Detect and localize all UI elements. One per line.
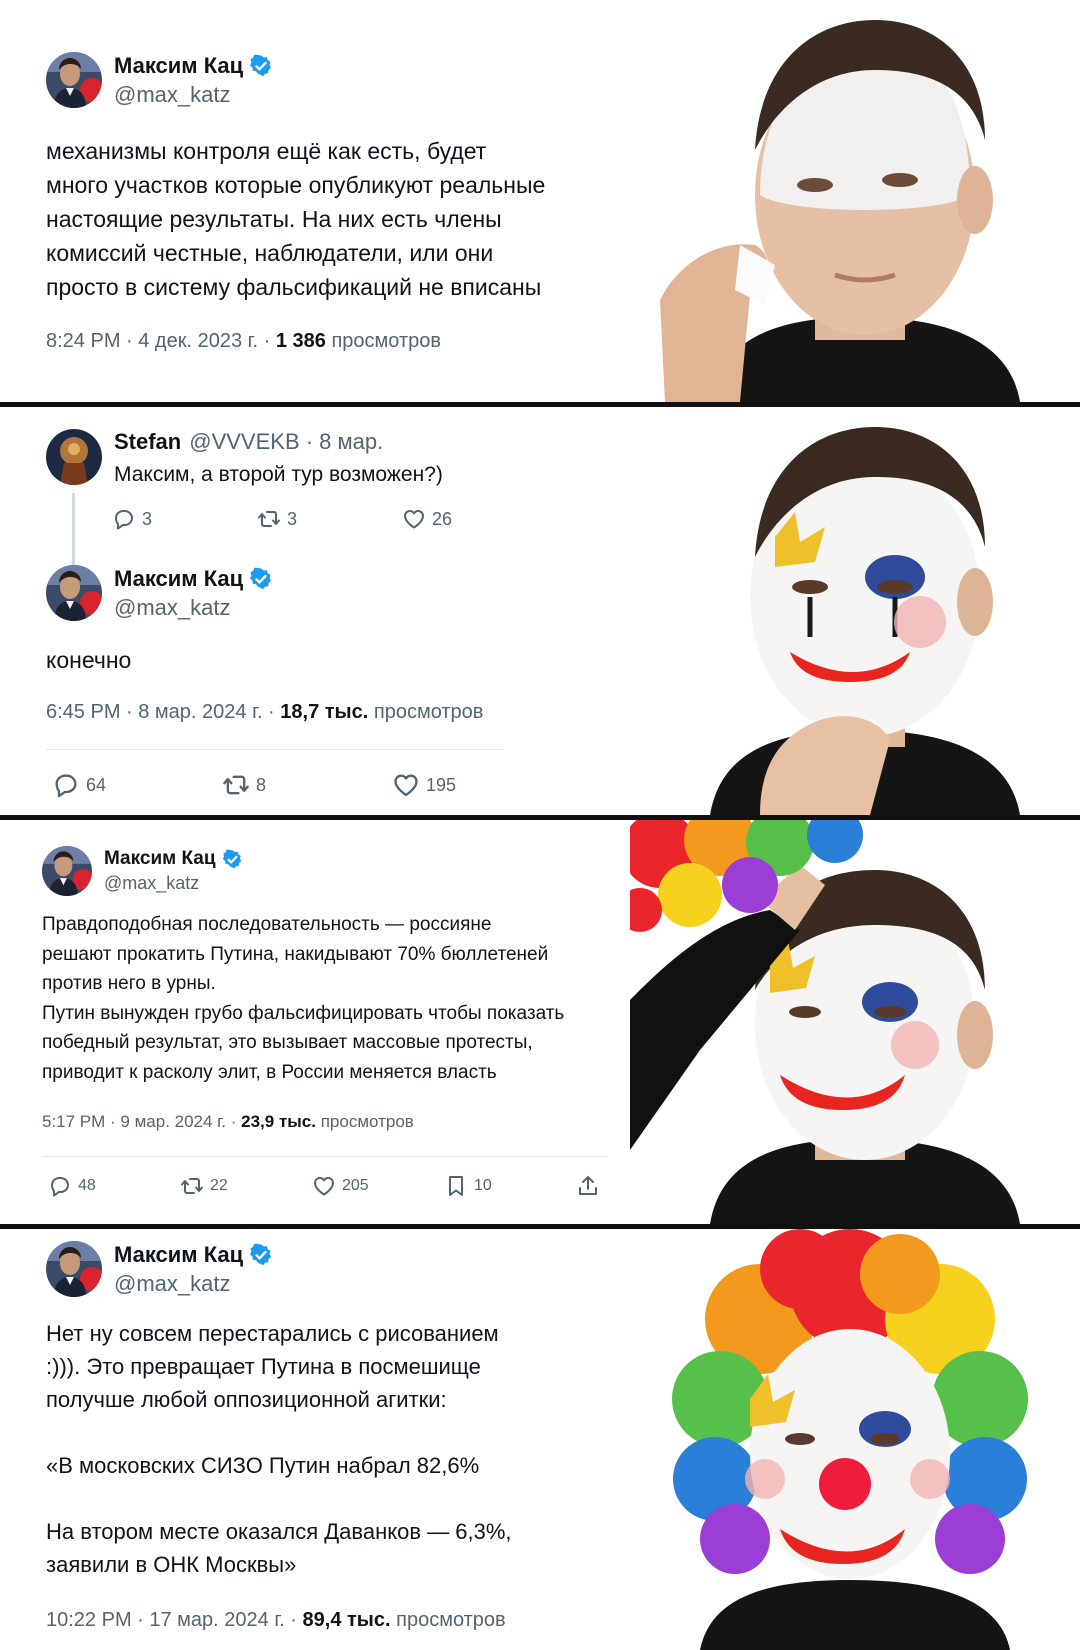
verified-badge-icon [249,54,273,78]
thread-line [72,493,75,567]
author-name[interactable]: Максим Кац [114,566,243,592]
author-name[interactable]: Максим Кац [114,53,243,79]
clown-nose [819,1458,871,1510]
bookmark-button[interactable]: 10 [444,1174,576,1198]
divider-line [42,1156,607,1157]
retweet-button[interactable]: 22 [180,1174,312,1198]
tweet-card[interactable]: Максим Кац @max_katz Правдоподобная посл… [0,820,640,1224]
retweet-button[interactable]: 8 [222,771,392,799]
reply-author-name[interactable]: Stefan [114,429,181,455]
reply-button[interactable]: 64 [52,771,222,799]
share-button[interactable] [576,1174,606,1198]
tweet-meta: 8:24 PM · 4 дек. 2023 г. · 1 386 просмот… [46,330,441,353]
tweet-actions: 64 8 195 [52,771,456,799]
makeup-photo-step-1 [640,0,1080,402]
verified-badge-icon [249,1243,273,1267]
avatar[interactable] [42,846,92,896]
verified-badge-icon [249,567,273,591]
makeup-photo-step-2 [640,407,1080,815]
tweet-meta: 10:22 PM · 17 мар. 2024 г. · 89,4 тыс. п… [46,1609,506,1632]
tweet-text: Правдоподобная последовательность — росс… [42,914,565,1083]
like-button[interactable]: 205 [312,1174,444,1198]
reply-handle-date[interactable]: @VVVEKB · 8 мар. [189,429,383,455]
reply-author[interactable]: Stefan @VVVEKB · 8 мар. Максим, а второй… [46,429,443,487]
like-button[interactable]: 26 [402,507,452,531]
tweet-author[interactable]: Максим Кац @max_katz [46,1241,273,1297]
avatar[interactable] [46,565,102,621]
avatar[interactable] [46,429,102,485]
views-label: просмотров [373,701,484,723]
tweet-timestamp[interactable]: 5:17 PM · 9 мар. 2024 г. · [42,1112,241,1131]
tweet-timestamp[interactable]: 6:45 PM · 8 мар. 2024 г. · [46,701,280,723]
tweet-author[interactable]: Максим Кац @max_katz [46,565,273,621]
retweet-button[interactable]: 3 [257,507,402,531]
views-label: просмотров [320,1112,414,1131]
view-count: 18,7 тыс. [280,701,369,723]
makeup-photo-step-3 [630,820,1080,1224]
reply-icon [48,1174,72,1198]
reply-actions: 3 3 26 [112,507,452,531]
tweet-author[interactable]: Максим Кац @max_katz [42,846,243,896]
like-icon [312,1174,336,1198]
tweet-author[interactable]: Максим Кац @max_katz [46,52,273,108]
author-name[interactable]: Максим Кац [104,848,216,870]
author-name[interactable]: Максим Кац [114,1242,243,1268]
avatar[interactable] [46,1241,102,1297]
like-button[interactable]: 195 [392,771,456,799]
avatar[interactable] [46,52,102,108]
tweet-meta: 5:17 PM · 9 мар. 2024 г. · 23,9 тыс. про… [42,1112,414,1132]
author-handle[interactable]: @max_katz [114,1271,273,1297]
tweet-card[interactable]: Максим Кац @max_katz механизмы контроля … [0,0,640,402]
tweet-text: механизмы контроля ещё как есть, будет м… [46,138,546,300]
reply-icon [112,507,136,531]
view-count: 89,4 тыс. [302,1609,391,1631]
meme-panel-1: Максим Кац @max_katz механизмы контроля … [0,0,1080,402]
tweet-text: Нет ну совсем перестарались с рисованием… [46,1321,512,1577]
author-handle[interactable]: @max_katz [114,82,273,108]
view-count: 23,9 тыс. [241,1112,316,1131]
tweet-meta: 6:45 PM · 8 мар. 2024 г. · 18,7 тыс. про… [46,701,483,724]
views-label: просмотров [396,1609,506,1631]
divider-line [46,749,504,750]
retweet-icon [257,507,281,531]
author-handle[interactable]: @max_katz [114,595,273,621]
tweet-card[interactable]: Максим Кац @max_katz Нет ну совсем перес… [0,1229,640,1650]
like-icon [392,771,420,799]
meme-panel-4: Максим Кац @max_katz Нет ну совсем перес… [0,1229,1080,1650]
clown-photo-final [640,1229,1080,1650]
share-icon [576,1174,600,1198]
views-label: просмотров [331,330,441,352]
like-icon [402,507,426,531]
tweet-timestamp[interactable]: 8:24 PM · 4 дек. 2023 г. · [46,330,276,352]
reply-icon [52,771,80,799]
verified-badge-icon [222,849,243,870]
retweet-icon [180,1174,204,1198]
author-handle[interactable]: @max_katz [104,873,243,894]
reply-text: Максим, а второй тур возможен?) [114,463,443,486]
view-count: 1 386 [275,330,326,352]
tweet-timestamp[interactable]: 10:22 PM · 17 мар. 2024 г. · [46,1609,303,1631]
reply-button[interactable]: 3 [112,507,257,531]
tweet-actions: 48 22 205 10 [48,1174,606,1198]
meme-panel-2: Stefan @VVVEKB · 8 мар. Максим, а второй… [0,407,1080,815]
tweet-thread[interactable]: Stefan @VVVEKB · 8 мар. Максим, а второй… [0,407,640,815]
reply-button[interactable]: 48 [48,1174,180,1198]
bookmark-icon [444,1174,468,1198]
retweet-icon [222,771,250,799]
tweet-text: конечно [46,647,132,673]
meme-panel-3: Максим Кац @max_katz Правдоподобная посл… [0,820,1080,1224]
